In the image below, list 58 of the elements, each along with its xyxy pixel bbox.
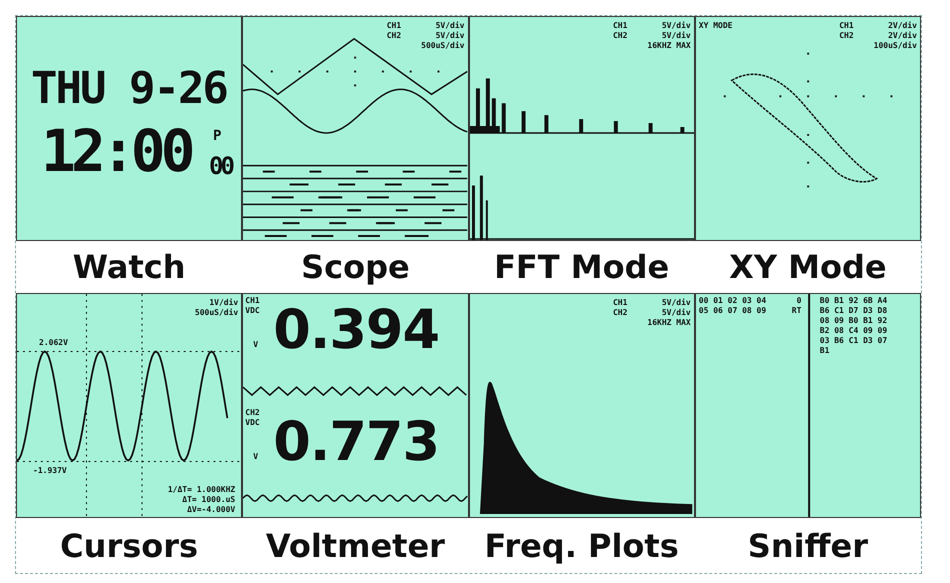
- channel-label: CH1: [245, 296, 260, 306]
- scale-label: 500uS/div: [421, 41, 464, 51]
- unit-label: V: [253, 452, 258, 462]
- measurement-text: ΔT= 1000.uS: [182, 495, 236, 505]
- cursor-reading: -1.937V: [33, 466, 67, 476]
- seconds-display: 00: [209, 153, 232, 179]
- channel-label: CH2: [612, 308, 628, 318]
- measurement-text: ΔV=-4.000V: [187, 505, 236, 515]
- mode-caption: Cursors: [60, 526, 198, 564]
- address-text: 05 06 07 08 09: [698, 306, 766, 316]
- unit-label: V: [253, 340, 258, 350]
- voltage-reading: 0.773: [273, 409, 440, 475]
- scale-label: 5V/div: [660, 308, 691, 318]
- mode-caption: Scope: [301, 248, 410, 286]
- channel-label: CH2: [386, 31, 402, 41]
- mode-caption: Sniffer: [748, 526, 868, 564]
- channel-label: CH1: [612, 298, 628, 308]
- scale-label: 5V/div: [660, 298, 691, 308]
- scale-label: 5V/div: [660, 21, 691, 31]
- marker-text: RT: [792, 306, 802, 316]
- data-text: 08 09 B0 B1 92: [820, 316, 888, 326]
- meridiem-indicator: P: [213, 129, 222, 143]
- scale-label: 1V/div: [208, 298, 238, 308]
- scale-label: 16KHZ MAX: [647, 41, 691, 51]
- scale-label: 5V/div: [434, 21, 464, 31]
- channel-label: CH2: [245, 408, 260, 418]
- channel-label: CH1: [839, 21, 854, 31]
- voltage-reading: 0.394: [273, 297, 440, 363]
- data-text: B2 08 C4 09 09: [820, 326, 888, 336]
- channel-label: CH1: [612, 21, 628, 31]
- mode-label: VDC: [245, 418, 260, 428]
- data-text: B1: [820, 346, 830, 356]
- data-text: 03 B6 C1 D3 07: [820, 336, 888, 346]
- mode-caption: Watch: [72, 248, 186, 286]
- scale-label: 5V/div: [434, 31, 464, 41]
- cursor-reading: 2.062V: [39, 338, 68, 348]
- scale-label: 100uS/div: [874, 41, 917, 51]
- channel-label: CH2: [839, 31, 854, 41]
- channel-label: CH2: [612, 31, 628, 41]
- mode-title: XY MODE: [698, 21, 732, 31]
- data-text: B6 C1 D7 D3 D8: [820, 306, 888, 316]
- mode-caption: Freq. Plots: [484, 526, 679, 564]
- scale-label: 500uS/div: [194, 308, 238, 318]
- measurement-text: 1/ΔT= 1.000KHZ: [168, 485, 236, 495]
- mode-caption: Voltmeter: [266, 526, 445, 564]
- data-text: B0 B1 92 6B A4: [820, 296, 888, 306]
- address-text: 00 01 02 03 04: [698, 296, 766, 306]
- date-display: THU 9-26: [31, 67, 227, 111]
- mode-caption: XY Mode: [729, 248, 887, 286]
- channel-label: CH1: [386, 21, 402, 31]
- time-display: 12:00: [41, 121, 191, 181]
- scale-label: 2V/div: [887, 31, 917, 41]
- marker-text: 0: [796, 296, 802, 306]
- scale-label: 16KHZ MAX: [647, 318, 691, 328]
- mode-label: VDC: [245, 306, 260, 316]
- mode-caption: FFT Mode: [494, 248, 670, 286]
- scale-label: 2V/div: [887, 21, 917, 31]
- scale-label: 5V/div: [660, 31, 691, 41]
